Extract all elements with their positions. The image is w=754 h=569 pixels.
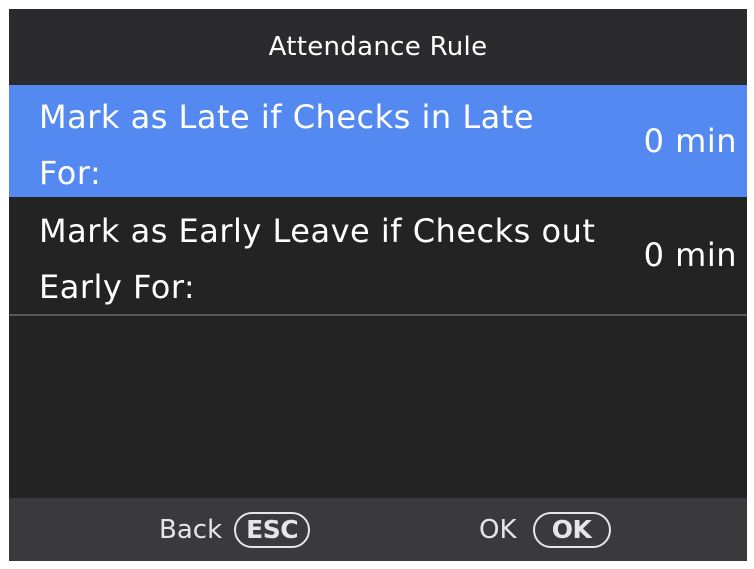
rule-label-late: Mark as Late if Checks in Late For: <box>39 98 534 192</box>
page-title: Attendance Rule <box>268 32 488 62</box>
ok-label: OK <box>479 514 517 545</box>
ok-key-icon: OK <box>532 511 611 548</box>
list-divider <box>9 314 747 316</box>
rule-label-early-leave: Mark as Early Leave if Checks out Early … <box>39 212 596 306</box>
back-label: Back <box>159 514 223 545</box>
rule-value-early-leave[interactable]: 0 min <box>644 199 737 311</box>
esc-key-icon: ESC <box>234 511 311 548</box>
screen-header: Attendance Rule <box>9 9 747 85</box>
footer-bar: Back ESC OK OK <box>9 498 747 561</box>
rule-row-early-leave[interactable]: Mark as Early Leave if Checks out Early … <box>9 199 747 311</box>
rule-row-late[interactable]: Mark as Late if Checks in Late For: 0 mi… <box>9 85 747 197</box>
back-button[interactable]: Back ESC <box>159 498 311 561</box>
attendance-rule-screen: Attendance Rule Mark as Late if Checks i… <box>9 9 747 561</box>
rule-value-late[interactable]: 0 min <box>644 85 737 197</box>
ok-button[interactable]: OK OK <box>479 498 611 561</box>
